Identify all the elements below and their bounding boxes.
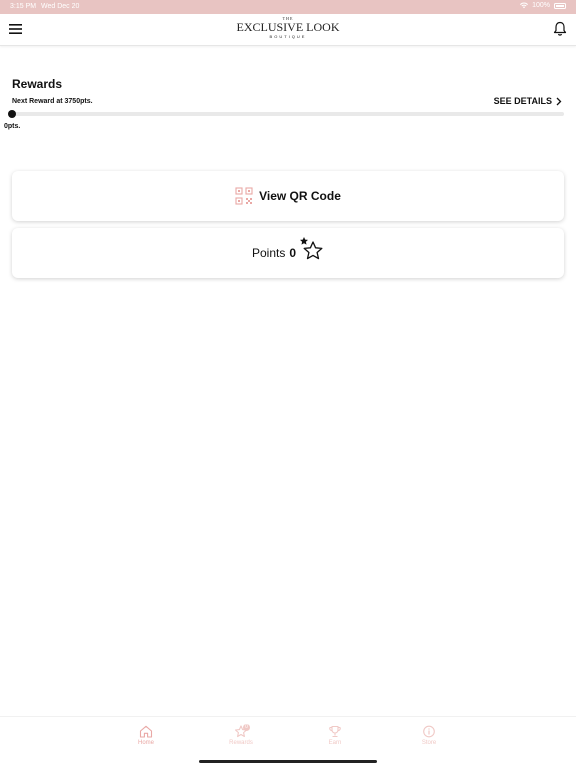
trophy-icon xyxy=(329,725,341,738)
menu-button[interactable] xyxy=(9,22,23,36)
tab-earn-label: Earn xyxy=(328,740,342,746)
bell-icon xyxy=(553,21,567,36)
rewards-progress-bar xyxy=(12,112,564,116)
brand-logo: THE EXCLUSIVE LOOK BOUTIQUE xyxy=(237,16,340,39)
progress-knob xyxy=(8,110,16,118)
battery-icon xyxy=(554,2,566,9)
chevron-right-icon xyxy=(556,97,562,105)
tab-rewards-label: Rewards xyxy=(229,740,253,746)
hamburger-icon xyxy=(9,24,22,34)
view-qr-code-button[interactable]: View QR Code xyxy=(12,171,564,221)
tab-store-label: Store xyxy=(421,740,437,746)
points-card[interactable]: Points 0 xyxy=(12,228,564,278)
info-icon xyxy=(423,725,435,738)
rewards-title: Rewards xyxy=(12,77,63,91)
battery-percent: 100% xyxy=(532,2,550,9)
tab-store[interactable]: Store xyxy=(399,725,459,746)
home-indicator xyxy=(199,760,377,763)
home-icon xyxy=(139,725,153,738)
wifi-icon xyxy=(520,2,529,9)
tab-earn[interactable]: Earn xyxy=(305,725,365,746)
see-details-link[interactable]: SEE DETAILS xyxy=(494,96,562,106)
progress-label: 0pts. xyxy=(4,123,21,130)
logo-sub: BOUTIQUE xyxy=(269,34,307,39)
status-time: 3:15 PM xyxy=(10,3,37,10)
status-bar: 3:15 PM Wed Dec 20 100% xyxy=(0,0,576,14)
nav-bar: THE EXCLUSIVE LOOK BOUTIQUE xyxy=(0,14,576,46)
qr-code-icon xyxy=(235,187,253,205)
points-label: Points xyxy=(251,246,286,260)
rewards-badge: 0 xyxy=(243,724,250,731)
status-right: 100% xyxy=(520,2,566,9)
tab-home[interactable]: Home xyxy=(116,725,176,746)
logo-main: EXCLUSIVE LOOK xyxy=(236,20,340,34)
see-details-label: SEE DETAILS xyxy=(493,96,552,106)
tab-rewards[interactable]: 0 Rewards xyxy=(211,724,271,746)
tab-home-label: Home xyxy=(137,740,154,746)
notifications-button[interactable] xyxy=(553,21,567,37)
points-value: 0 xyxy=(289,246,297,260)
view-qr-code-label: View QR Code xyxy=(259,189,341,203)
status-date: Wed Dec 20 xyxy=(41,3,80,10)
star-icon xyxy=(300,237,323,260)
next-reward-text: Next Reward at 3750pts. xyxy=(12,98,93,105)
